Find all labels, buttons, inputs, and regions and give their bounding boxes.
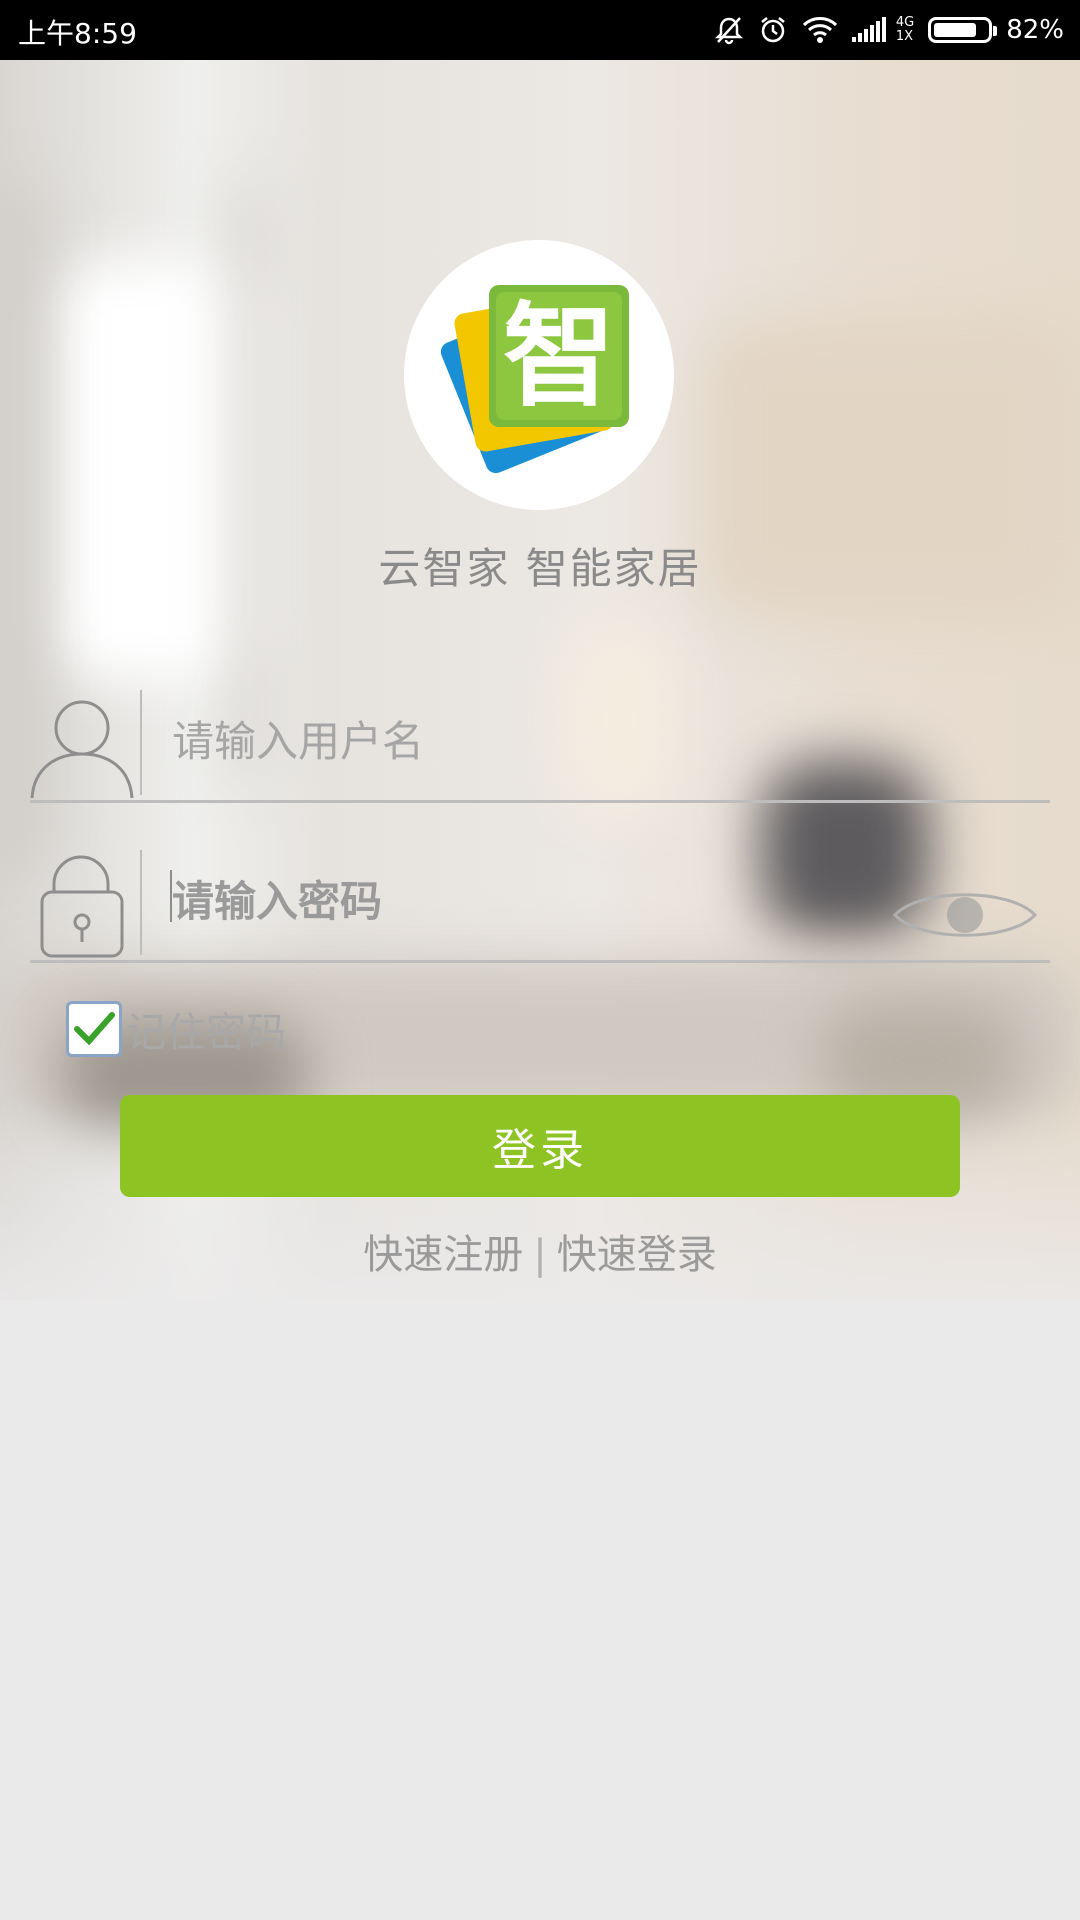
logo-cards-icon: 智 [440,285,629,474]
lock-icon [30,850,140,960]
password-input[interactable]: 请输入密码 [172,868,382,929]
alarm-icon [758,15,788,45]
checkmark-icon [74,1012,115,1046]
quick-register-link[interactable]: 快速注册 [363,1232,523,1278]
quick-login-link[interactable]: 快速登录 [557,1232,717,1278]
app-logo: 智 [404,240,674,510]
wifi-icon [802,16,838,44]
remember-checkbox[interactable] [66,1001,122,1057]
login-button[interactable]: 登录 [120,1095,960,1197]
logo-glyph: 智 [503,292,615,422]
password-field[interactable]: 请输入密码 [30,840,1050,963]
status-bar: 上午8:59 4G 1X 82% [0,0,1080,60]
username-input[interactable]: 请输入用户名 [172,708,424,769]
notifications-muted-icon [714,15,744,45]
link-divider: | [533,1232,547,1278]
field-separator [140,850,142,955]
show-password-eye-icon[interactable] [890,880,1040,950]
user-icon [30,690,140,800]
battery-percent: 82% [1006,15,1064,45]
signal-icon [851,17,888,43]
status-icons: 4G 1X 82% [714,0,1064,60]
username-field[interactable]: 请输入用户名 [30,680,1050,803]
network-4g-label: 4G [895,15,915,30]
auth-links: 快速注册 | 快速登录 [0,1222,1080,1280]
network-type: 4G 1X [896,16,914,44]
field-separator [140,690,142,795]
status-time: 上午8:59 [18,17,137,50]
network-1x-label: 1X [895,29,914,44]
battery-icon [928,17,998,43]
remember-label: 记住密码 [126,1010,286,1056]
login-button-label: 登录 [492,1125,588,1176]
battery-fill [934,23,976,37]
app-title: 云智家 智能家居 [378,544,702,593]
remember-password[interactable]: 记住密码 [66,1000,286,1058]
